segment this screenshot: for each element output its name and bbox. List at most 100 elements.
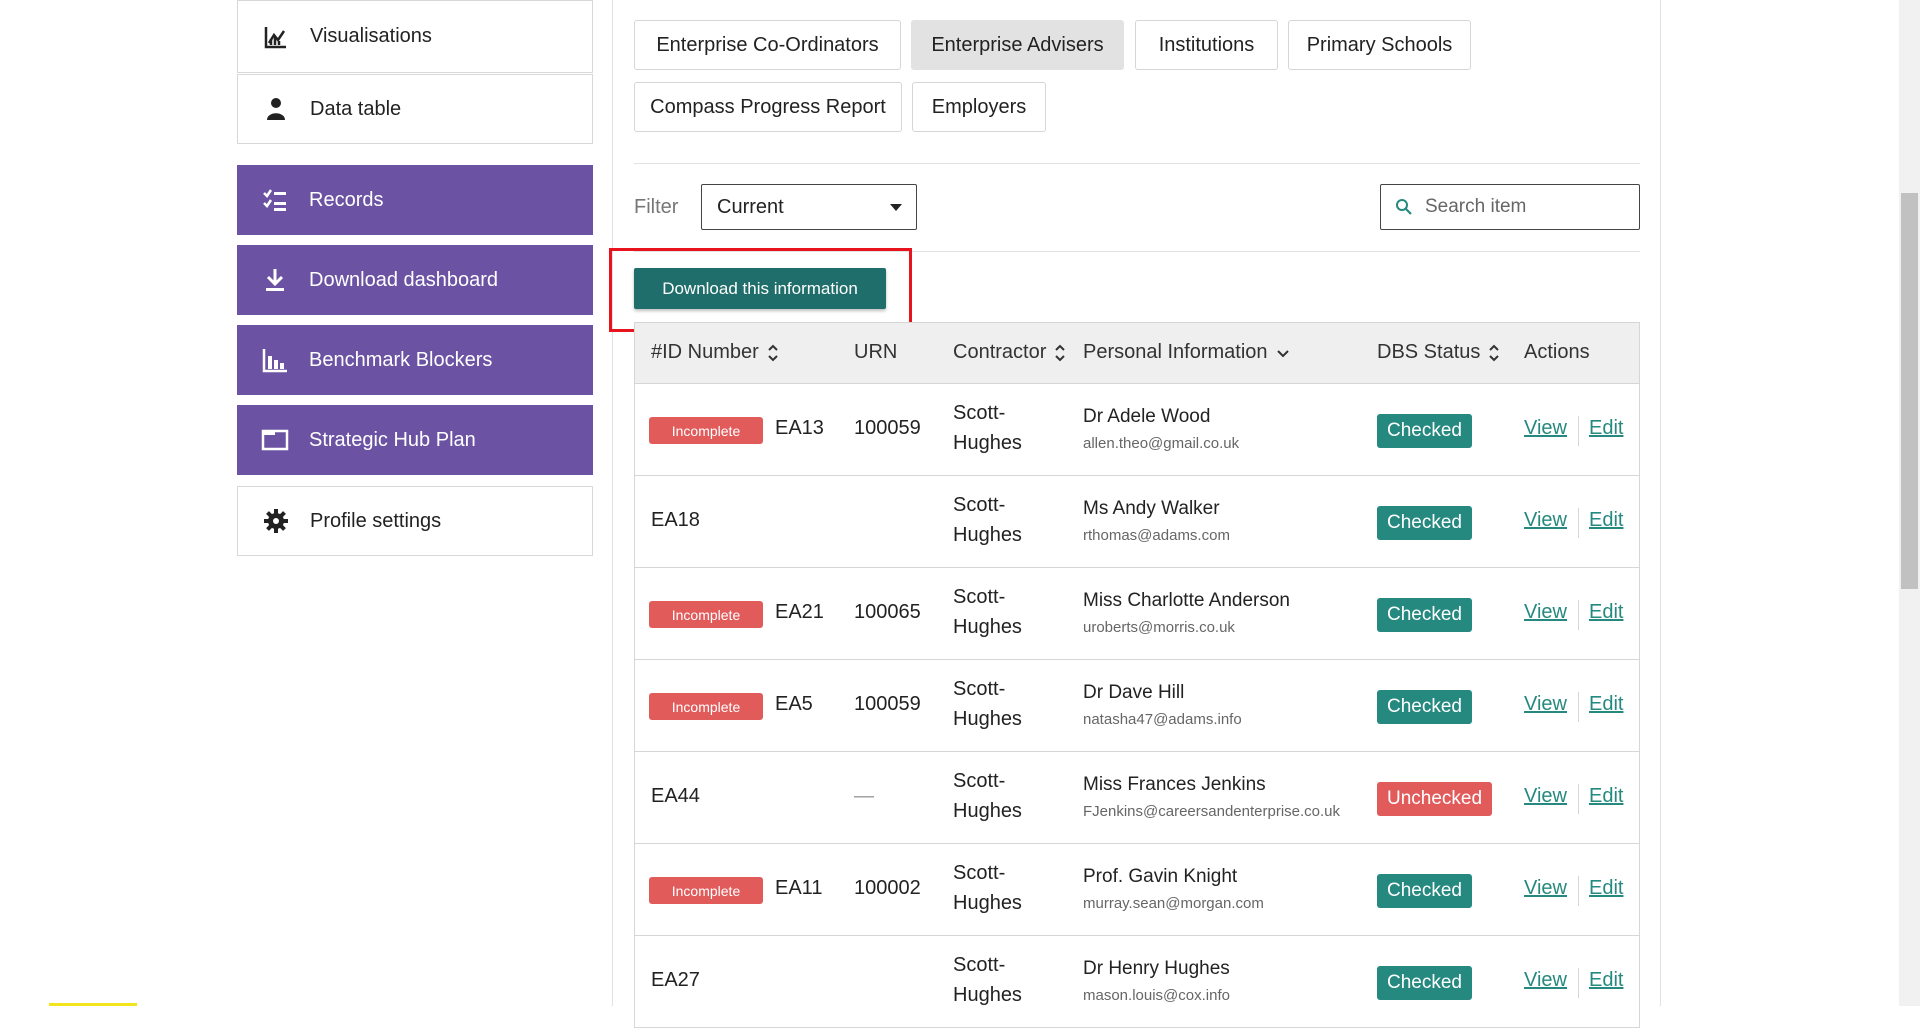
- link-separator: [1578, 416, 1579, 446]
- main-right-border: [1660, 0, 1661, 1006]
- table-row: Incomplete EA5 100059 Scott- Hughes Dr Dave H…: [634, 660, 1640, 752]
- filter-selected-value: Current: [717, 195, 784, 218]
- scrollbar-thumb[interactable]: [1901, 193, 1918, 589]
- edit-link[interactable]: Edit: [1589, 877, 1623, 900]
- dbs-status-badge: Checked: [1377, 690, 1472, 724]
- view-link[interactable]: View: [1524, 601, 1567, 624]
- sidebar-item-records[interactable]: Records: [237, 165, 593, 235]
- column-header-label: #ID Number: [651, 341, 759, 363]
- edit-link[interactable]: Edit: [1589, 785, 1623, 808]
- incomplete-badge: Incomplete: [649, 417, 763, 444]
- sidebar-item-visualisations[interactable]: Visualisations: [237, 0, 593, 73]
- contractor-line-1: Scott-: [953, 402, 1006, 424]
- incomplete-badge: Incomplete: [649, 601, 763, 628]
- urn: 100059: [854, 693, 921, 715]
- dbs-status-badge: Checked: [1377, 966, 1472, 1000]
- view-link[interactable]: View: [1524, 509, 1567, 532]
- filter-label: Filter: [634, 196, 679, 218]
- id-number: EA27: [651, 969, 700, 991]
- person-name: Dr Dave Hill: [1083, 682, 1185, 703]
- view-link[interactable]: View: [1524, 693, 1567, 716]
- person-email: murray.sean@morgan.com: [1083, 895, 1264, 912]
- urn: 100065: [854, 601, 921, 623]
- tab-enterprise-advisers[interactable]: Enterprise Advisers: [911, 20, 1124, 70]
- contractor-line-2: Hughes: [953, 616, 1022, 638]
- person-email: allen.theo@gmail.co.uk: [1083, 435, 1240, 452]
- search-box[interactable]: [1380, 184, 1640, 230]
- id-number: EA11: [775, 877, 823, 899]
- person-name: Miss Frances Jenkins: [1083, 774, 1266, 795]
- link-separator: [1578, 692, 1579, 722]
- view-link[interactable]: View: [1524, 785, 1567, 808]
- urn: 100002: [854, 877, 921, 899]
- tab-enterprise-co-ordinators[interactable]: Enterprise Co-Ordinators: [634, 20, 901, 70]
- column-header-contractor[interactable]: Contractor: [953, 341, 1066, 364]
- column-header-label: Actions: [1524, 341, 1590, 363]
- sidebar-item-label: Benchmark Blockers: [309, 348, 493, 371]
- contractor-line-1: Scott-: [953, 954, 1006, 976]
- table-row: EA18 Scott- Hughes Ms Andy Walker rthomas@ad…: [634, 476, 1640, 568]
- download-information-button[interactable]: Download this information: [634, 268, 886, 309]
- link-separator: [1578, 784, 1579, 814]
- column-header-label: Contractor: [953, 341, 1047, 363]
- filter-select[interactable]: Current: [701, 184, 917, 230]
- id-number: EA21: [775, 601, 824, 623]
- sort-icon: [1054, 343, 1066, 363]
- id-number: EA13: [775, 417, 824, 439]
- edit-link[interactable]: Edit: [1589, 601, 1623, 624]
- tab-compass-progress-report[interactable]: Compass Progress Report: [634, 82, 902, 132]
- person-email: rthomas@adams.com: [1083, 527, 1230, 544]
- tab-primary-schools[interactable]: Primary Schools: [1288, 20, 1471, 70]
- id-number: EA18: [651, 509, 700, 531]
- download-icon: [257, 262, 293, 298]
- table-row: Incomplete EA13 100059 Scott- Hughes Dr Adele…: [634, 384, 1640, 476]
- divider: [634, 163, 1640, 164]
- person-email: FJenkins@careersandenterprise.co.uk: [1083, 803, 1341, 820]
- urn: —: [854, 785, 874, 807]
- chart-line-icon: [258, 19, 294, 55]
- sidebar-item-label: Data table: [310, 97, 402, 120]
- gear-icon: [258, 503, 294, 539]
- edit-link[interactable]: Edit: [1589, 969, 1623, 992]
- sidebar-item-download-dashboard[interactable]: Download dashboard: [237, 245, 593, 315]
- incomplete-badge: Incomplete: [649, 877, 763, 904]
- column-header-id[interactable]: #ID Number: [651, 341, 779, 364]
- link-separator: [1578, 600, 1579, 630]
- link-separator: [1578, 968, 1579, 998]
- table-row: Incomplete EA21 100065 Scott- Hughes Miss Cha…: [634, 568, 1640, 660]
- link-separator: [1578, 508, 1579, 538]
- person-email: mason.louis@cox.info: [1083, 987, 1230, 1004]
- sidebar-item-label: Records: [309, 188, 384, 211]
- contractor-line-1: Scott-: [953, 862, 1006, 884]
- sidebar-item-data-table[interactable]: Data table: [237, 74, 593, 144]
- view-link[interactable]: View: [1524, 877, 1567, 900]
- sidebar-item-profile-settings[interactable]: Profile settings: [237, 486, 593, 556]
- chevron-down-icon: [890, 204, 902, 211]
- view-link[interactable]: View: [1524, 417, 1567, 440]
- sidebar-item-label: Profile settings: [310, 509, 442, 532]
- person-email: natasha47@adams.info: [1083, 711, 1242, 728]
- chevron-down-icon: [1276, 343, 1290, 363]
- search-input[interactable]: [1423, 195, 1627, 219]
- tab-institutions[interactable]: Institutions: [1135, 20, 1278, 70]
- edit-link[interactable]: Edit: [1589, 693, 1623, 716]
- sidebar-item-strategic-hub-plan[interactable]: Strategic Hub Plan: [237, 405, 593, 475]
- contractor-line-2: Hughes: [953, 524, 1022, 546]
- edit-link[interactable]: Edit: [1589, 417, 1623, 440]
- urn: 100059: [854, 417, 921, 439]
- column-header-dbs-status[interactable]: DBS Status: [1377, 341, 1500, 364]
- table-row: Incomplete EA11 100002 Scott- Hughes Prof. Ga…: [634, 844, 1640, 936]
- view-link[interactable]: View: [1524, 969, 1567, 992]
- column-header-personal-information[interactable]: Personal Information: [1083, 341, 1290, 364]
- dbs-status-badge: Checked: [1377, 414, 1472, 448]
- contractor-line-2: Hughes: [953, 800, 1022, 822]
- edit-link[interactable]: Edit: [1589, 509, 1623, 532]
- contractor-line-2: Hughes: [953, 432, 1022, 454]
- contractor-line-1: Scott-: [953, 770, 1006, 792]
- sidebar-item-benchmark-blockers[interactable]: Benchmark Blockers: [237, 325, 593, 395]
- tab-employers[interactable]: Employers: [912, 82, 1046, 132]
- person-name: Prof. Gavin Knight: [1083, 866, 1238, 887]
- table-row: EA44 — Scott- Hughes Miss Frances Jenkins FJe…: [634, 752, 1640, 844]
- contractor-line-1: Scott-: [953, 494, 1006, 516]
- main-left-border: [612, 0, 613, 1006]
